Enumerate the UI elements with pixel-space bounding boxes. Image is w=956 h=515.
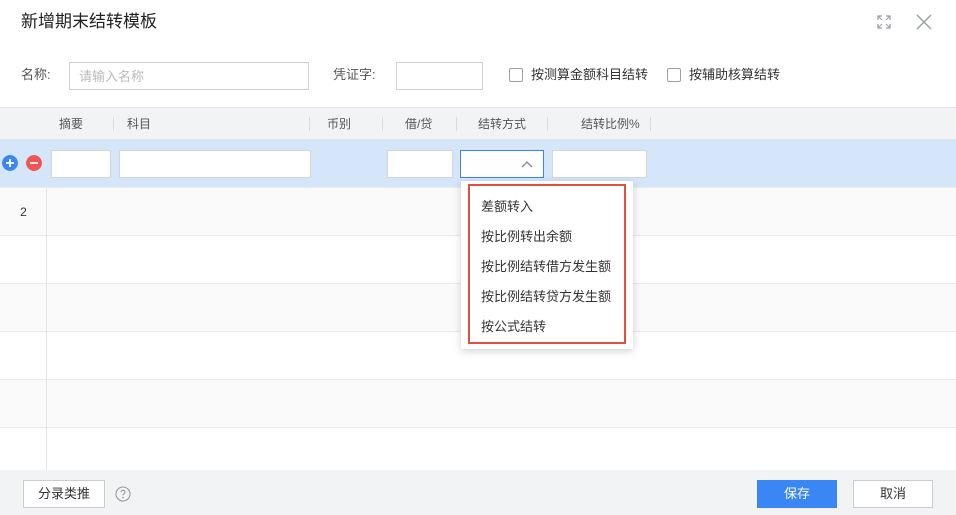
col-divider (382, 117, 383, 131)
transfer-template-dialog: 新增期末结转模板 名称: 凭证字: 按测算金额科目结转 按辅助核算结转 摘要 科… (0, 0, 956, 515)
cancel-button[interactable]: 取消 (853, 480, 933, 508)
col-divider (456, 117, 457, 131)
col-divider (650, 117, 651, 131)
transfer-ratio-cell-input[interactable] (552, 150, 647, 178)
dropdown-option[interactable]: 按公式结转 (481, 319, 546, 335)
close-icon[interactable] (914, 12, 934, 32)
summary-cell-input[interactable] (51, 150, 111, 178)
aux-checkbox[interactable] (667, 68, 681, 82)
col-divider (113, 117, 114, 131)
minus-circle-icon[interactable] (26, 155, 42, 171)
entry-inference-button[interactable]: 分录类推 (23, 480, 105, 508)
table-row[interactable] (0, 380, 956, 428)
transfer-method-select[interactable] (460, 150, 544, 178)
dropdown-option[interactable]: 按比例转出余额 (481, 229, 572, 245)
col-debit-credit[interactable]: 借/贷 (405, 117, 432, 131)
dropdown-option[interactable]: 按比例结转贷方发生额 (481, 289, 611, 305)
debit-credit-cell-input[interactable] (387, 150, 453, 178)
voucher-input[interactable] (396, 62, 483, 90)
name-label: 名称: (21, 67, 51, 82)
col-divider (547, 117, 548, 131)
col-divider (309, 117, 310, 131)
chevron-up-icon (521, 161, 533, 168)
plus-circle-icon[interactable] (2, 155, 18, 171)
form-row: 名称: 凭证字: 按测算金额科目结转 按辅助核算结转 (0, 56, 956, 96)
dialog-title-bar: 新增期末结转模板 (0, 0, 956, 44)
question-circle-icon[interactable] (115, 486, 131, 502)
col-summary[interactable]: 摘要 (59, 117, 83, 131)
row-number: 2 (20, 205, 27, 219)
measure-checkbox-label[interactable]: 按测算金额科目结转 (531, 67, 648, 83)
name-input[interactable] (69, 62, 309, 90)
grid-header: 摘要 科目 币别 借/贷 结转方式 结转比例% (0, 108, 956, 140)
dialog-footer: 分录类推 保存 取消 (0, 470, 956, 515)
dialog-title: 新增期末结转模板 (21, 12, 157, 31)
dropdown-option[interactable]: 差额转入 (481, 199, 533, 215)
col-currency[interactable]: 币别 (327, 117, 351, 131)
dropdown-option[interactable]: 按比例结转借方发生额 (481, 259, 611, 275)
col-transfer-ratio[interactable]: 结转比例% (581, 117, 640, 131)
col-transfer-method[interactable]: 结转方式 (478, 117, 526, 131)
voucher-label: 凭证字: (333, 67, 376, 82)
col-account[interactable]: 科目 (127, 117, 151, 131)
measure-checkbox[interactable] (509, 68, 523, 82)
aux-checkbox-label[interactable]: 按辅助核算结转 (689, 67, 780, 83)
save-button[interactable]: 保存 (757, 480, 837, 508)
expand-icon[interactable] (874, 12, 894, 32)
transfer-method-dropdown: 差额转入 按比例转出余额 按比例结转借方发生额 按比例结转贷方发生额 按公式结转 (461, 181, 633, 349)
row-number-divider (46, 188, 47, 470)
account-cell-input[interactable] (119, 150, 311, 178)
